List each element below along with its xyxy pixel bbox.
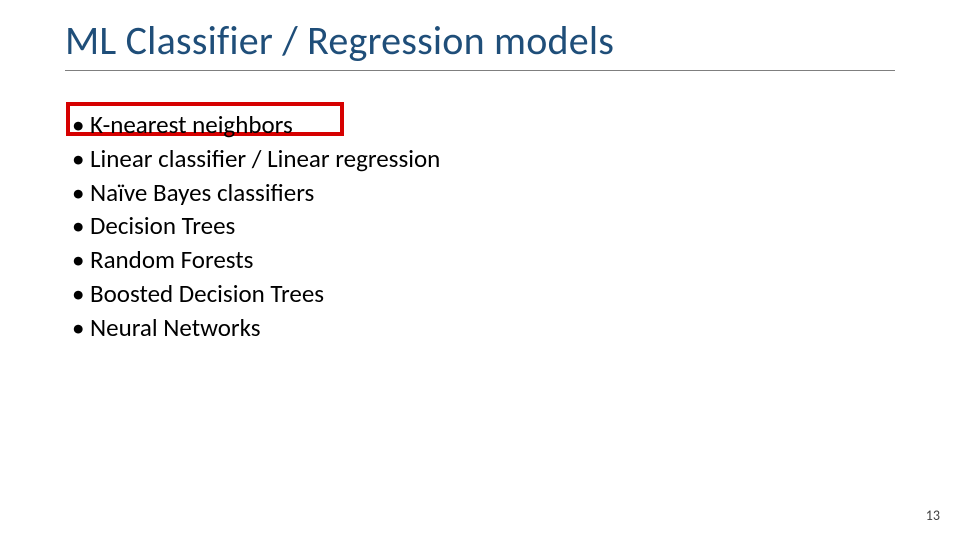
bullet-item: Boosted Decision Trees bbox=[72, 277, 440, 311]
bullet-item: K-nearest neighbors bbox=[72, 108, 440, 142]
page-number: 13 bbox=[926, 507, 940, 524]
bullet-item: Naïve Bayes classifiers bbox=[72, 176, 440, 210]
bullet-item: Random Forests bbox=[72, 243, 440, 277]
slide-title: ML Classifier / Regression models bbox=[65, 16, 614, 65]
bullet-item: Neural Networks bbox=[72, 311, 440, 345]
bullet-item: Decision Trees bbox=[72, 209, 440, 243]
bullet-list: K-nearest neighbors Linear classifier / … bbox=[72, 108, 440, 344]
title-underline bbox=[65, 70, 895, 71]
slide: ML Classifier / Regression models K-near… bbox=[0, 0, 960, 540]
bullet-item: Linear classifier / Linear regression bbox=[72, 142, 440, 176]
